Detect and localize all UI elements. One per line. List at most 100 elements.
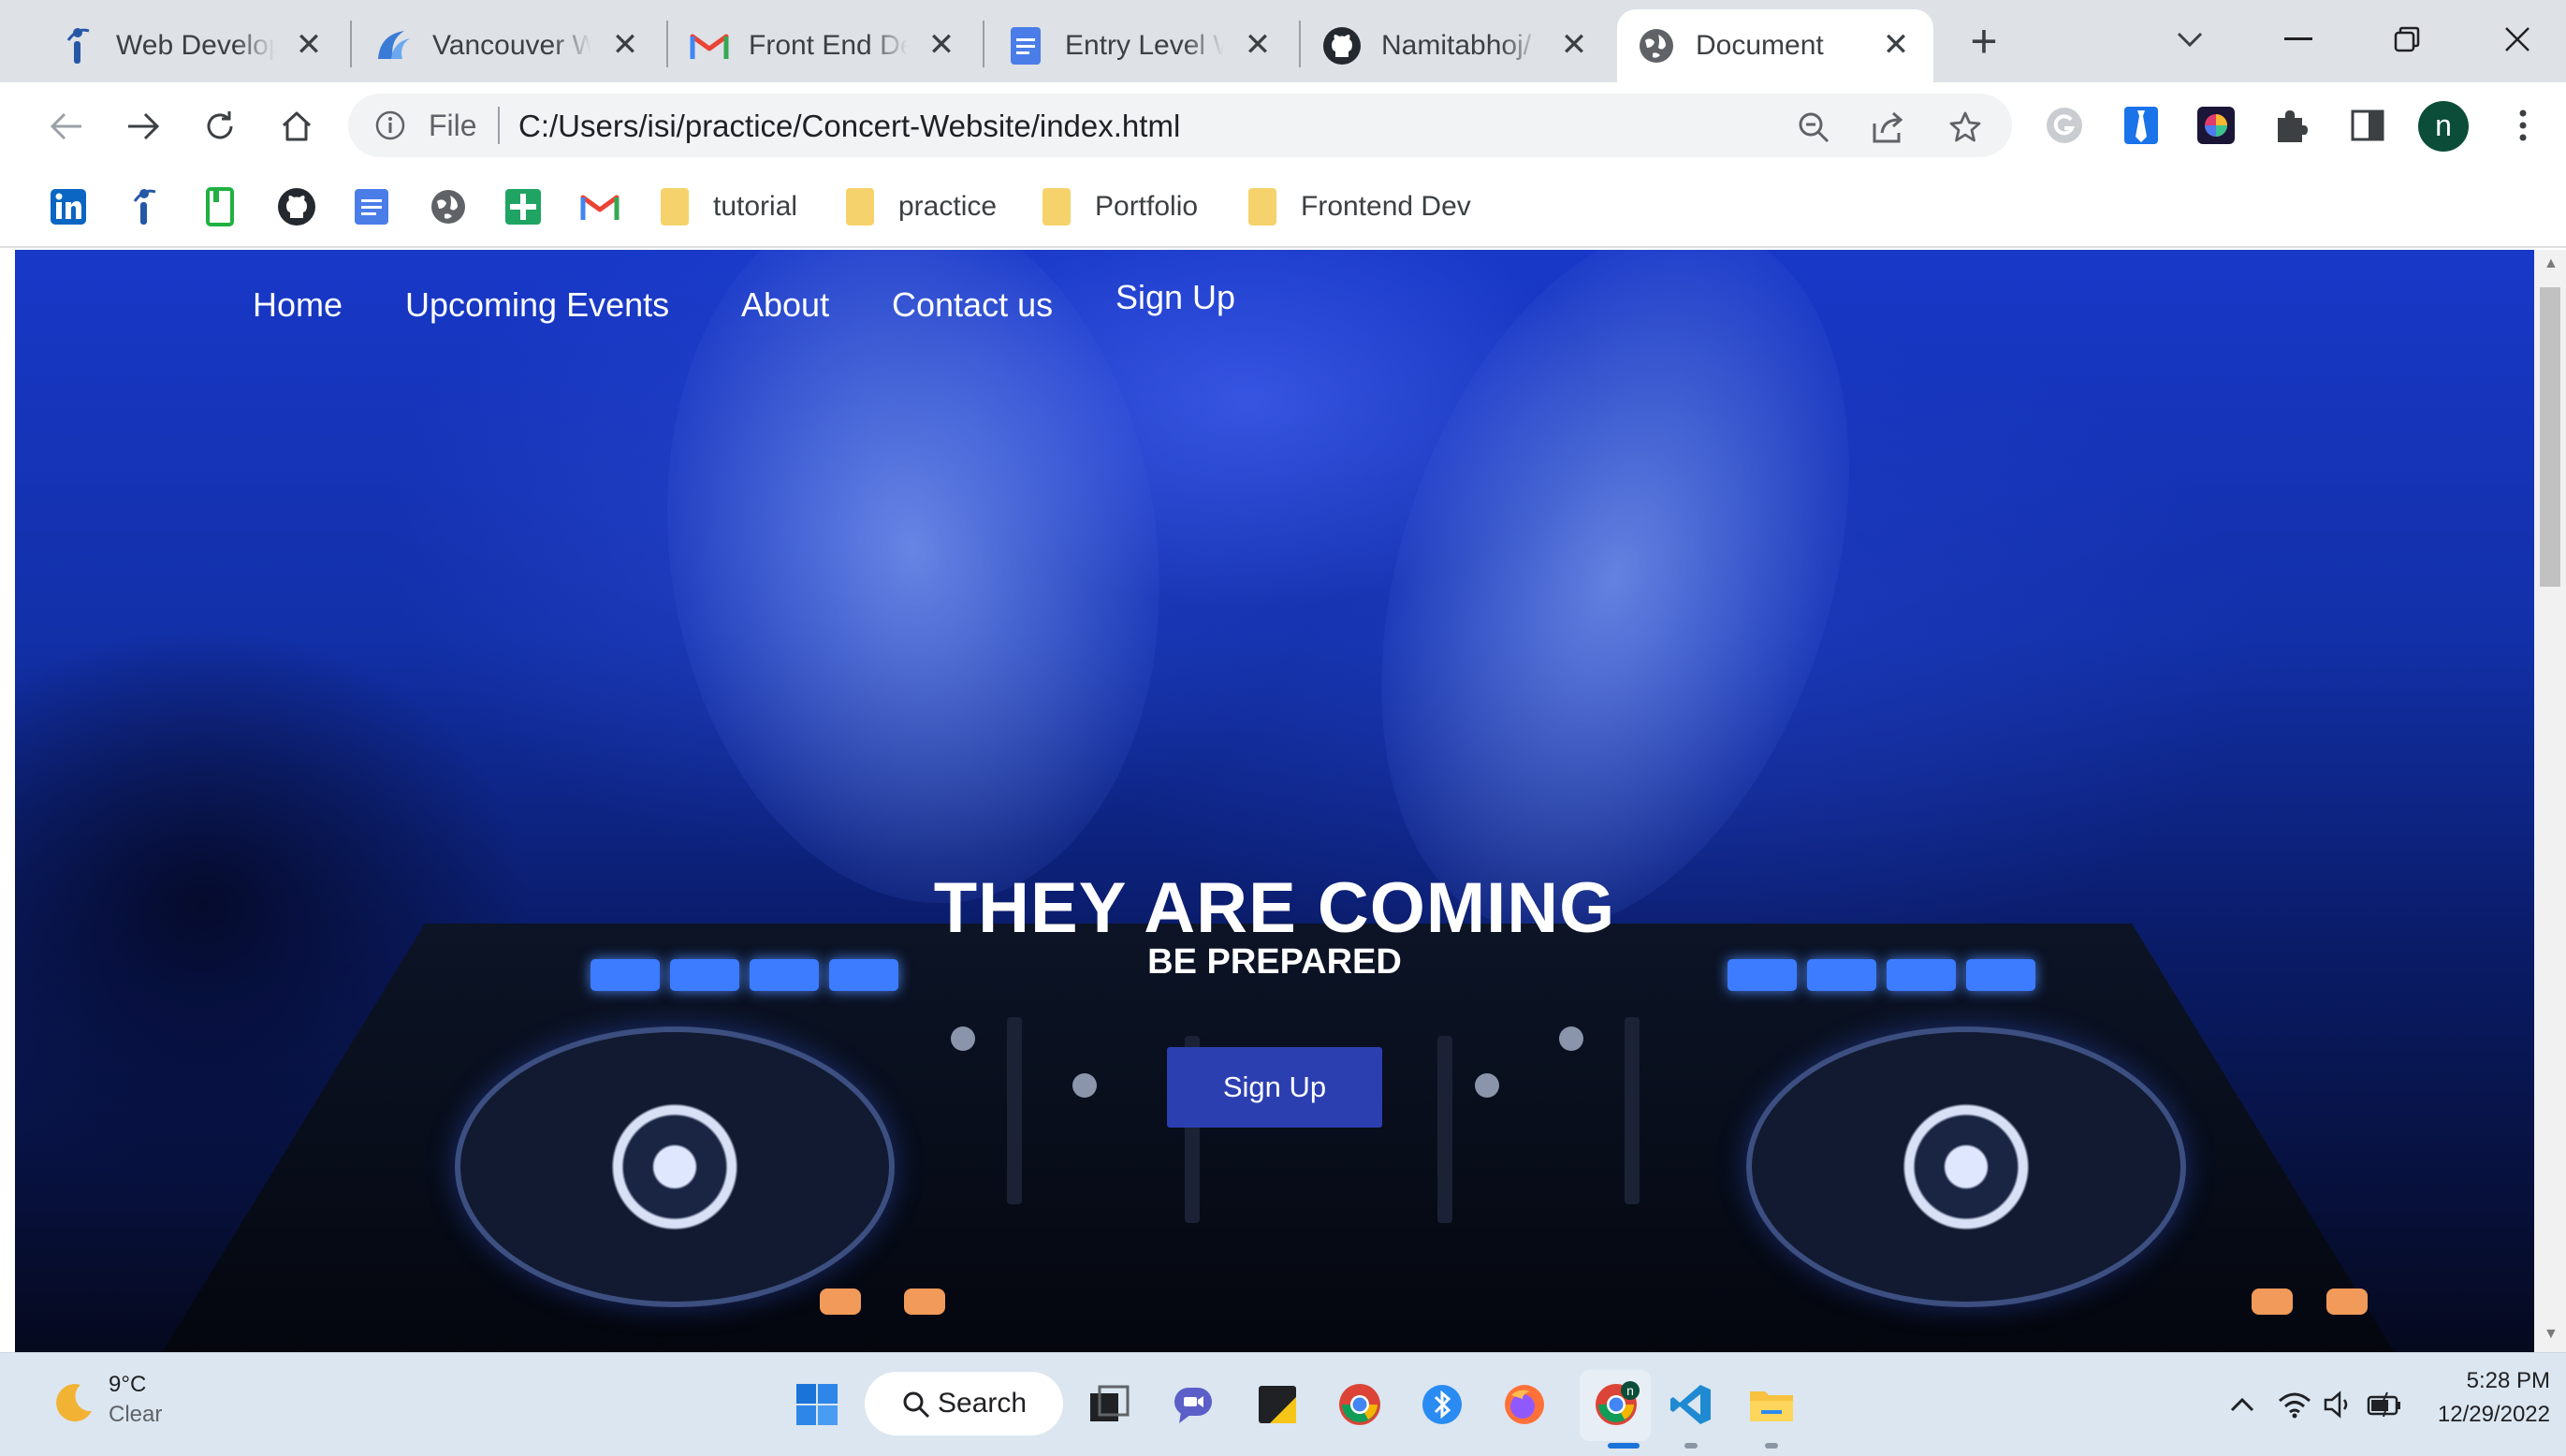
colorful-extension-icon[interactable] — [2194, 103, 2238, 148]
site-nav: Home Upcoming Events About Contact us Si… — [15, 278, 1325, 334]
google-docs-icon[interactable] — [350, 185, 393, 228]
side-panel-icon[interactable] — [2345, 103, 2390, 148]
close-window-button[interactable] — [2489, 13, 2545, 66]
globe-icon[interactable] — [427, 185, 470, 228]
bluetooth-app-icon[interactable] — [1417, 1379, 1467, 1430]
hero-background-knob — [1072, 1073, 1097, 1098]
github-icon[interactable] — [275, 185, 318, 228]
page-scrollbar[interactable]: ▲ ▼ — [2534, 250, 2566, 1352]
bookmark-folder-frontend-dev[interactable]: Frontend Dev — [1248, 185, 1471, 228]
taskbar-clock-date[interactable]: 12/29/2022 — [2424, 1402, 2550, 1428]
chrome-profile-icon[interactable]: n — [1591, 1379, 1641, 1430]
forward-button[interactable] — [120, 103, 167, 150]
hero-background-knob — [951, 1026, 975, 1051]
url-text[interactable]: C:/Users/isi/practice/Concert-Website/in… — [518, 109, 1180, 144]
new-tab-button[interactable]: + — [1961, 18, 2007, 66]
minimize-button[interactable] — [2270, 13, 2326, 66]
active-app-indicator — [1608, 1443, 1640, 1449]
search-icon — [903, 1391, 930, 1419]
info-icon[interactable] — [374, 109, 406, 146]
bookmarks-bar: tutorial practice Portfolio Frontend Dev — [0, 168, 2566, 248]
nav-link-about[interactable]: About — [741, 285, 829, 325]
nav-link-home[interactable]: Home — [253, 285, 343, 325]
show-hidden-icons-chevron-icon[interactable] — [2223, 1381, 2261, 1428]
tab-vancouver[interactable]: Vancouver W ✕ — [354, 9, 663, 82]
tab-github[interactable]: Namitabhoj/ ✕ — [1303, 9, 1611, 82]
volume-icon[interactable] — [2319, 1381, 2360, 1428]
wifi-icon[interactable] — [2274, 1381, 2315, 1428]
tab-front-end[interactable]: Front End De ✕ — [670, 9, 979, 82]
hero-background-fader — [1007, 1017, 1022, 1204]
taskbar-clock-time[interactable]: 5:28 PM — [2457, 1368, 2550, 1394]
vscode-icon[interactable] — [1666, 1379, 1716, 1430]
reload-button[interactable] — [197, 103, 243, 150]
tab-close-icon[interactable]: ✕ — [1879, 28, 1913, 62]
gmail-icon[interactable] — [578, 185, 621, 228]
taskbar-search[interactable]: Search — [865, 1372, 1063, 1435]
hero-background-cue-button — [2326, 1289, 2368, 1315]
nav-link-upcoming-events[interactable]: Upcoming Events — [405, 285, 669, 325]
bookmark-folder-tutorial[interactable]: tutorial — [661, 185, 797, 228]
task-view-icon[interactable] — [1084, 1379, 1134, 1430]
extensions-puzzle-icon[interactable] — [2268, 103, 2313, 148]
firefox-icon[interactable] — [1499, 1379, 1550, 1430]
nav-link-sign-up[interactable]: Sign Up — [1115, 278, 1235, 317]
hero-background-knob — [1475, 1073, 1499, 1098]
tab-close-icon[interactable]: ✕ — [1557, 28, 1591, 62]
tab-close-icon[interactable]: ✕ — [1241, 28, 1275, 62]
google-sheets-icon[interactable] — [502, 185, 545, 228]
folder-icon — [1248, 188, 1276, 226]
kebab-menu-icon[interactable] — [2500, 103, 2545, 148]
sticky-notes-icon[interactable] — [1252, 1379, 1303, 1430]
folder-icon — [846, 188, 874, 226]
address-bar[interactable]: File C:/Users/isi/practice/Concert-Websi… — [348, 94, 2012, 157]
bookmark-tie-extension-icon[interactable] — [2119, 103, 2164, 148]
restore-button[interactable] — [2379, 13, 2435, 66]
hero-background-arm-left — [622, 250, 1204, 936]
indeed-icon — [56, 25, 97, 66]
tab-title: Web Develop — [116, 30, 275, 61]
file-explorer-icon[interactable] — [1746, 1379, 1797, 1430]
windows-taskbar: 9°C Clear Search n 5:28 PM 12/29/2022 — [0, 1352, 2566, 1456]
moon-weather-icon[interactable] — [49, 1377, 97, 1426]
tab-close-icon[interactable]: ✕ — [608, 28, 642, 62]
teams-chat-icon[interactable] — [1168, 1379, 1218, 1430]
tab-close-icon[interactable]: ✕ — [925, 28, 958, 62]
tab-title: Entry Level W — [1065, 30, 1224, 61]
bookmark-star-icon[interactable] — [1946, 109, 1984, 146]
share-icon[interactable] — [1870, 109, 1907, 146]
bookmark-folder-portfolio[interactable]: Portfolio — [1042, 185, 1198, 228]
scroll-down-arrow-icon[interactable]: ▼ — [2544, 1326, 2559, 1343]
tab-separator — [350, 21, 352, 67]
home-button[interactable] — [273, 103, 320, 150]
scroll-up-arrow-icon[interactable]: ▲ — [2544, 255, 2559, 272]
github-icon — [1321, 25, 1363, 66]
scrollbar-thumb[interactable] — [2540, 287, 2560, 587]
tab-close-icon[interactable]: ✕ — [292, 28, 326, 62]
battery-icon[interactable] — [2364, 1381, 2405, 1428]
folder-label: Portfolio — [1095, 191, 1199, 222]
browser-toolbar: File C:/Users/isi/practice/Concert-Websi… — [0, 82, 2566, 168]
zoom-icon[interactable] — [1795, 109, 1832, 146]
evernote-icon[interactable] — [198, 185, 241, 228]
tab-web-develop[interactable]: Web Develop ✕ — [37, 9, 346, 82]
windows-start-icon[interactable] — [792, 1379, 842, 1430]
tab-title: Vancouver W — [432, 30, 591, 61]
address-separator — [498, 107, 500, 144]
page-viewport: Home Upcoming Events About Contact us Si… — [15, 250, 2534, 1352]
tab-document[interactable]: Document ✕ — [1617, 9, 1933, 82]
bookmark-folder-practice[interactable]: practice — [846, 185, 997, 228]
chrome-icon[interactable] — [1334, 1379, 1385, 1430]
back-button[interactable] — [43, 103, 90, 150]
hero-background-fader — [1437, 1036, 1452, 1223]
grammarly-extension-icon[interactable] — [2042, 103, 2087, 148]
folder-label: practice — [898, 191, 998, 222]
profile-avatar[interactable]: n — [2418, 101, 2469, 152]
hero-background-cue-button — [2252, 1289, 2293, 1315]
hero-sign-up-button[interactable]: Sign Up — [1167, 1047, 1382, 1128]
indeed-icon[interactable] — [122, 185, 165, 228]
tab-search-chevron-icon[interactable] — [2162, 13, 2218, 66]
linkedin-icon[interactable] — [47, 185, 90, 228]
tab-entry-level[interactable]: Entry Level W ✕ — [986, 9, 1295, 82]
nav-link-contact-us[interactable]: Contact us — [892, 285, 1053, 325]
